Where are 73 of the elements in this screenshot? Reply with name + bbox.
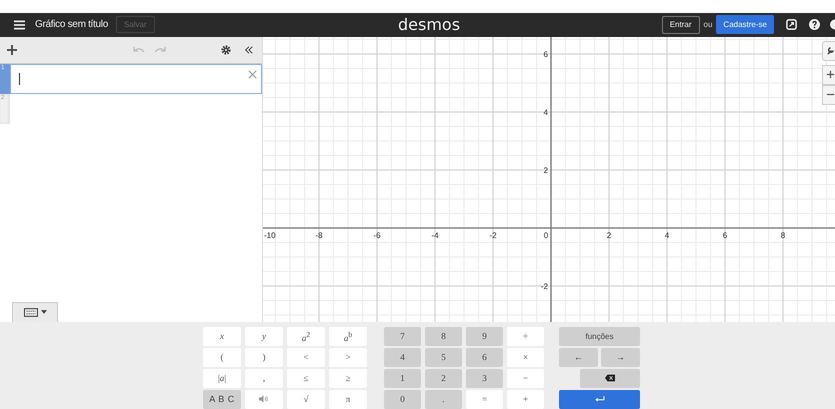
- keypad-key[interactable]: funções: [559, 326, 640, 346]
- keypad-key[interactable]: 5: [425, 348, 462, 367]
- axis-label: -2: [489, 230, 497, 240]
- keypad-key[interactable]: ≥: [329, 368, 367, 388]
- enter-icon: [594, 395, 604, 404]
- text-cursor: [19, 72, 20, 85]
- axis-label: 6: [544, 50, 548, 59]
- help-icon[interactable]: [809, 19, 820, 30]
- wrench-icon: [826, 46, 835, 56]
- keypad-key[interactable]: a$^{2}$: [287, 326, 325, 346]
- keypad-key[interactable]: 6: [466, 348, 503, 367]
- keypad-key[interactable]: 4: [384, 348, 421, 367]
- keypad-key[interactable]: →: [601, 348, 640, 367]
- axis-label: -6: [373, 230, 381, 240]
- axis-label: 2: [544, 166, 548, 175]
- keypad-key[interactable]: x: [203, 326, 241, 346]
- backspace-key[interactable]: [580, 368, 640, 388]
- axis-label: -2: [540, 282, 548, 291]
- keypad-key[interactable]: 9: [466, 326, 503, 346]
- keypad-key[interactable]: +: [507, 390, 544, 409]
- keypad-key[interactable]: (: [203, 348, 241, 367]
- axis-label: -8: [315, 230, 323, 240]
- speaker-icon: [259, 395, 269, 404]
- keypad-key[interactable]: A B C: [203, 390, 241, 409]
- caret-icon: [40, 310, 46, 314]
- expression-input[interactable]: [10, 64, 262, 94]
- speaker-key[interactable]: [245, 390, 283, 409]
- axis-label: 8: [780, 230, 786, 240]
- keypad-key[interactable]: 1: [384, 368, 421, 388]
- keypad-key[interactable]: 2: [425, 368, 462, 388]
- keypad-key[interactable]: ←: [559, 348, 598, 367]
- keypad-key[interactable]: 8: [425, 326, 462, 346]
- keypad-key[interactable]: |a|: [203, 368, 241, 388]
- axis-label: 4: [664, 230, 670, 240]
- keypad-key[interactable]: √: [287, 390, 325, 409]
- close-icon[interactable]: [248, 70, 257, 79]
- keypad-key[interactable]: 3: [466, 368, 503, 388]
- keypad-key[interactable]: π: [329, 390, 367, 409]
- login-button[interactable]: Entrar: [662, 16, 700, 34]
- keypad-key[interactable]: ≤: [287, 368, 325, 388]
- or-text: ou: [704, 20, 712, 30]
- axis-label: 0: [544, 230, 548, 240]
- keypad-key[interactable]: ÷: [507, 326, 544, 346]
- plus-icon: [826, 70, 835, 80]
- axis-label: 6: [722, 230, 728, 240]
- axis-label: -4: [431, 230, 439, 240]
- keypad-key[interactable]: 7: [384, 326, 421, 346]
- keypad-key[interactable]: =: [466, 390, 503, 409]
- axis-label: -10: [264, 230, 276, 240]
- keypad-key[interactable]: y: [245, 326, 283, 346]
- logo: desmos: [398, 14, 460, 34]
- collapse-icon[interactable]: [244, 44, 254, 55]
- backspace-icon: [605, 374, 615, 382]
- keypad-key[interactable]: <: [287, 348, 325, 367]
- keypad-key[interactable]: .: [425, 390, 462, 409]
- share-icon[interactable]: [786, 19, 797, 30]
- add-icon[interactable]: [7, 44, 17, 55]
- keypad-key[interactable]: a$^{b}$: [329, 326, 367, 346]
- keypad-key[interactable]: >: [329, 348, 367, 367]
- settings-icon[interactable]: [221, 44, 231, 55]
- keypad-key[interactable]: 0: [384, 390, 421, 409]
- keypad-key[interactable]: ): [245, 348, 283, 367]
- keypad-key[interactable]: −: [507, 368, 544, 388]
- axis-label: 4: [544, 108, 548, 117]
- keyboard-icon: [24, 308, 38, 317]
- menu-icon[interactable]: [14, 20, 25, 30]
- keypad-key[interactable]: ×: [507, 348, 544, 367]
- signup-button[interactable]: Cadastre-se: [716, 15, 774, 34]
- keypad-key[interactable]: ,: [245, 368, 283, 388]
- graph-title[interactable]: Gráfico sem título: [35, 19, 108, 30]
- enter-key[interactable]: [559, 390, 640, 409]
- keyboard-toggle[interactable]: [12, 302, 58, 322]
- axis-label: 2: [606, 230, 612, 240]
